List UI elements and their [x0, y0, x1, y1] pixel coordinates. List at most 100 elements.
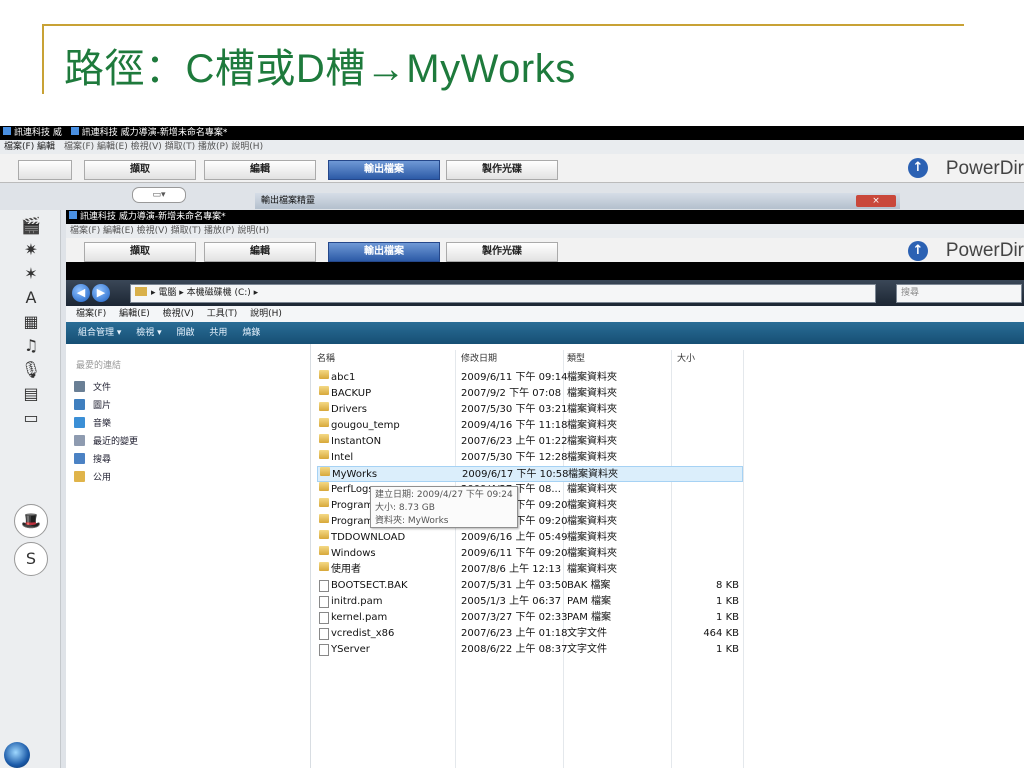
- folder-icon: [319, 530, 329, 539]
- front-window-titlebar: 訊連科技 威力導演-新增未命名專案*: [66, 210, 1024, 224]
- table-row[interactable]: initrd.pam 2005/1/3 上午 06:37 PAM 檔案 1 KB: [317, 594, 743, 610]
- audio-room-icon[interactable]: ♫: [18, 336, 44, 356]
- file-type: 檔案資料夾: [567, 548, 617, 559]
- nav-item-documents[interactable]: 文件: [74, 380, 111, 393]
- table-row[interactable]: Windows 2009/6/11 下午 09:20 檔案資料夾: [317, 546, 743, 562]
- table-row[interactable]: 使用者 2007/8/6 上午 12:13 檔案資料夾: [317, 562, 743, 578]
- views-button[interactable]: 檢視 ▾: [136, 328, 161, 338]
- address-input[interactable]: ▸ 電腦 ▸ 本機磁碟機 (C:) ▸: [130, 284, 876, 303]
- table-row[interactable]: abc1 2009/6/11 下午 09:14 檔案資料夾: [317, 370, 743, 386]
- table-row[interactable]: Intel 2007/5/30 下午 12:28 檔案資料夾: [317, 450, 743, 466]
- table-row[interactable]: Drivers 2007/5/30 下午 03:21 檔案資料夾: [317, 402, 743, 418]
- table-row[interactable]: YServer 2008/6/22 上午 08:37 文字文件 1 KB: [317, 642, 743, 658]
- pip-room-icon[interactable]: ✶: [18, 264, 44, 284]
- folder-tooltip: 建立日期: 2009/4/27 下午 09:24 大小: 8.73 GB 資料夾…: [370, 486, 518, 528]
- menu-help[interactable]: 說明(H): [250, 309, 282, 319]
- back-menu-lead[interactable]: 檔案(F) 編輯: [4, 142, 55, 152]
- voice-over-icon[interactable]: 🎙: [18, 360, 44, 380]
- powerdirector-logo: PowerDir: [945, 240, 1024, 261]
- file-date: 2007/6/23 上午 01:22: [461, 436, 568, 447]
- tab-edit[interactable]: 編輯: [204, 160, 316, 180]
- view-dropdown[interactable]: ▭▾: [132, 187, 186, 203]
- media-room-icon[interactable]: 🎬: [18, 216, 44, 236]
- close-icon[interactable]: ×: [856, 195, 896, 207]
- file-date: 2009/6/11 下午 09:20: [461, 548, 568, 559]
- nav-item-recent[interactable]: 最近的變更: [74, 434, 138, 447]
- file-name: TDDOWNLOAD: [331, 532, 406, 543]
- upload-icon[interactable]: ↑: [908, 158, 928, 178]
- file-name: abc1: [331, 372, 356, 383]
- tab-back-partial[interactable]: [18, 160, 72, 180]
- file-type: 檔案資料夾: [567, 516, 617, 527]
- table-row[interactable]: TDDOWNLOAD 2009/6/16 上午 05:49 檔案資料夾: [317, 530, 743, 546]
- back-arrow-icon[interactable]: ◀: [72, 284, 90, 302]
- file-icon: [319, 628, 329, 640]
- upload-icon[interactable]: ↑: [908, 241, 928, 261]
- transition-room-icon[interactable]: ▦: [18, 312, 44, 332]
- tab-produce[interactable]: 輸出檔案: [328, 160, 440, 180]
- tab-burn[interactable]: 製作光碟: [446, 160, 558, 180]
- tab-capture[interactable]: 擷取: [84, 242, 196, 262]
- menu-edit[interactable]: 編輯(E): [119, 309, 150, 319]
- tooltip-created: 建立日期: 2009/4/27 下午 09:24: [375, 490, 513, 500]
- start-button-icon[interactable]: [4, 742, 30, 768]
- column-size[interactable]: 大小: [677, 352, 695, 366]
- file-name: Windows: [331, 548, 376, 559]
- table-row[interactable]: InstantON 2007/6/23 上午 01:22 檔案資料夾: [317, 434, 743, 450]
- tooltip-size: 大小: 8.73 GB: [375, 503, 435, 513]
- table-row[interactable]: BOOTSECT.BAK 2007/5/31 上午 03:50 BAK 檔案 8 KB: [317, 578, 743, 594]
- file-list: 名稱 修改日期 類型 大小 abc1 2009/6/11 下午 09:14 檔案資料…: [311, 344, 1024, 768]
- tab-edit[interactable]: 編輯: [204, 242, 316, 262]
- slideshow-icon[interactable]: S: [14, 542, 48, 576]
- column-divider: [743, 350, 744, 768]
- nav-item-pictures[interactable]: 圖片: [74, 398, 111, 411]
- column-type[interactable]: 類型: [567, 352, 585, 366]
- tab-produce[interactable]: 輸出檔案: [328, 242, 440, 262]
- file-date: 2007/5/30 下午 03:21: [461, 404, 568, 415]
- folder-icon: [135, 287, 147, 296]
- recent-icon: [74, 435, 85, 446]
- menu-file[interactable]: 檔案(F): [76, 309, 106, 319]
- column-name[interactable]: 名稱: [317, 352, 335, 366]
- back-title-2: 訊連科技 威力導演-新增未命名專案*: [81, 128, 228, 138]
- title-room-icon[interactable]: A: [18, 288, 44, 308]
- effect-room-icon[interactable]: ✷: [18, 240, 44, 260]
- column-date[interactable]: 修改日期: [461, 352, 497, 366]
- front-menu[interactable]: 檔案(F) 編輯(E) 檢視(V) 擷取(T) 播放(P) 說明(H): [70, 226, 269, 236]
- chapter-room-icon[interactable]: ▤: [18, 384, 44, 404]
- navigation-pane: 最愛的連結 文件 圖片 音樂 最近的變更 搜尋 公用: [66, 344, 311, 768]
- nav-item-public[interactable]: 公用: [74, 470, 111, 483]
- table-row[interactable]: MyWorks 2009/6/17 下午 10:58 檔案資料夾: [317, 466, 743, 482]
- folder-icon: [319, 546, 329, 555]
- search-input[interactable]: 搜尋: [896, 284, 1022, 303]
- table-row[interactable]: kernel.pam 2007/3/27 下午 02:33 PAM 檔案 1 KB: [317, 610, 743, 626]
- front-window-menubar: 檔案(F) 編輯(E) 檢視(V) 擷取(T) 播放(P) 說明(H): [66, 224, 1024, 238]
- search-icon: [74, 453, 85, 464]
- folder-icon: [319, 434, 329, 443]
- table-row[interactable]: BACKUP 2007/9/2 下午 07:08 檔案資料夾: [317, 386, 743, 402]
- table-row[interactable]: vcredist_x86 2007/6/23 上午 01:18 文字文件 464 KB: [317, 626, 743, 642]
- back-menu[interactable]: 檔案(F) 編輯(E) 檢視(V) 擷取(T) 播放(P) 說明(H): [64, 142, 263, 152]
- file-size: 8 KB: [716, 580, 739, 591]
- menu-view[interactable]: 檢視(V): [163, 309, 194, 319]
- organize-button[interactable]: 組合管理 ▾: [78, 328, 121, 338]
- tab-burn[interactable]: 製作光碟: [446, 242, 558, 262]
- file-type: BAK 檔案: [567, 580, 611, 591]
- burn-button[interactable]: 燒錄: [242, 328, 260, 338]
- share-button[interactable]: 共用: [209, 328, 227, 338]
- app-icon: [3, 127, 11, 135]
- menu-tools[interactable]: 工具(T): [207, 309, 238, 319]
- magic-tools-icon[interactable]: 🎩: [14, 504, 48, 538]
- table-row[interactable]: gougou_temp 2009/4/16 下午 11:18 檔案資料夾: [317, 418, 743, 434]
- open-button[interactable]: 開啟: [177, 328, 195, 338]
- left-toolbar: 🎬 ✷ ✶ A ▦ ♫ 🎙 ▤ ▭ 🎩 S: [0, 210, 61, 768]
- nav-item-search[interactable]: 搜尋: [74, 452, 111, 465]
- file-date: 2009/6/11 下午 09:14: [461, 372, 568, 383]
- nav-item-music[interactable]: 音樂: [74, 416, 111, 429]
- subtitle-room-icon[interactable]: ▭: [18, 408, 44, 428]
- file-icon: [319, 612, 329, 624]
- tab-capture[interactable]: 擷取: [84, 160, 196, 180]
- file-date: 2005/1/3 上午 06:37: [461, 596, 562, 607]
- file-name: Intel: [331, 452, 354, 463]
- forward-arrow-icon[interactable]: ▶: [92, 284, 110, 302]
